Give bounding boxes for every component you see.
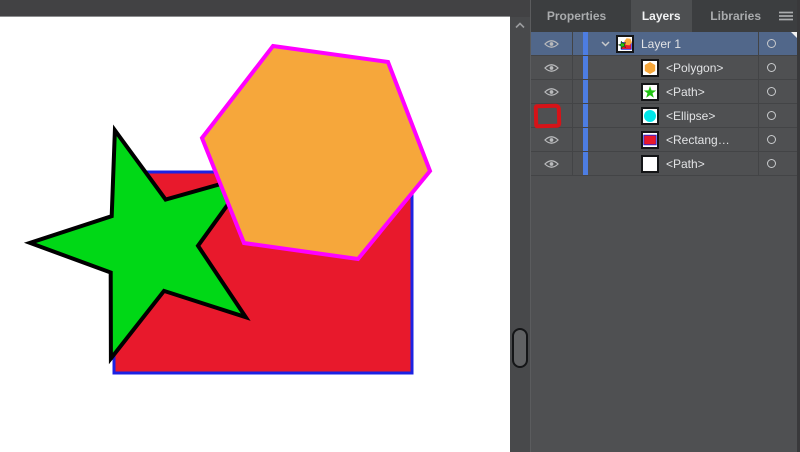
scrollbar-top-cap bbox=[510, 0, 530, 17]
lock-toggle[interactable] bbox=[573, 80, 583, 103]
layer-name[interactable]: <Polygon> bbox=[666, 61, 723, 75]
layer-row-white-path[interactable]: <Path> bbox=[531, 152, 800, 176]
layer-thumbnail[interactable] bbox=[641, 155, 659, 173]
pasteboard-strip bbox=[0, 0, 510, 17]
expand-toggle[interactable] bbox=[594, 41, 616, 47]
layers-panel: Properties Layers Libraries bbox=[530, 0, 800, 452]
tab-properties[interactable]: Properties bbox=[536, 0, 617, 32]
lock-toggle[interactable] bbox=[573, 56, 583, 79]
target-cell[interactable] bbox=[758, 80, 800, 103]
layer-row-polygon[interactable]: <Polygon> bbox=[531, 56, 800, 80]
target-cell[interactable] bbox=[758, 152, 800, 175]
lock-toggle[interactable] bbox=[573, 152, 583, 175]
layer-name[interactable]: <Ellipse> bbox=[666, 109, 715, 123]
layer-thumbnail[interactable] bbox=[641, 107, 659, 125]
target-circle-icon[interactable] bbox=[767, 135, 776, 144]
eye-icon bbox=[544, 159, 559, 169]
layer-thumbnail[interactable] bbox=[641, 83, 659, 101]
target-cell[interactable] bbox=[758, 56, 800, 79]
vertical-scrollbar[interactable] bbox=[510, 0, 530, 452]
eye-icon bbox=[544, 135, 559, 145]
tab-libraries[interactable]: Libraries bbox=[699, 0, 772, 32]
chevron-down-icon bbox=[601, 41, 610, 47]
target-circle-icon[interactable] bbox=[767, 63, 776, 72]
eye-icon bbox=[544, 63, 559, 73]
visibility-toggle[interactable] bbox=[531, 56, 573, 79]
layer-name[interactable]: <Path> bbox=[666, 157, 705, 171]
layer-row-layer1[interactable]: Layer 1 bbox=[531, 32, 800, 56]
layer-thumbnail[interactable] bbox=[641, 131, 659, 149]
target-circle-icon[interactable] bbox=[767, 39, 776, 48]
scrollbar-thumb[interactable] bbox=[512, 328, 528, 368]
layer-row-star-path[interactable]: <Path> bbox=[531, 80, 800, 104]
eye-icon bbox=[544, 39, 559, 49]
layer-thumbnail[interactable] bbox=[616, 35, 634, 53]
layer-name[interactable]: <Path> bbox=[666, 85, 705, 99]
tab-layers[interactable]: Layers bbox=[631, 0, 692, 32]
layer-thumbnail[interactable] bbox=[641, 59, 659, 77]
hamburger-icon bbox=[779, 11, 793, 21]
layers-list: Layer 1 bbox=[531, 32, 800, 176]
target-cell[interactable] bbox=[758, 128, 800, 151]
lock-toggle[interactable] bbox=[573, 128, 583, 151]
canvas-area[interactable] bbox=[0, 0, 510, 452]
layer-name[interactable]: <Rectang… bbox=[666, 133, 730, 147]
layer-name[interactable]: Layer 1 bbox=[641, 37, 681, 51]
visibility-toggle[interactable] bbox=[531, 152, 573, 175]
artboard[interactable] bbox=[0, 18, 510, 452]
visibility-toggle[interactable] bbox=[531, 32, 573, 55]
target-circle-icon[interactable] bbox=[767, 111, 776, 120]
annotation-red-box bbox=[534, 104, 562, 129]
scroll-up-icon[interactable] bbox=[515, 22, 525, 29]
illustrator-window: Properties Layers Libraries bbox=[0, 0, 800, 452]
lock-toggle[interactable] bbox=[573, 104, 583, 127]
eye-icon bbox=[544, 87, 559, 97]
layer-row-rectangle[interactable]: <Rectang… bbox=[531, 128, 800, 152]
visibility-toggle[interactable] bbox=[531, 80, 573, 103]
lock-toggle[interactable] bbox=[573, 32, 583, 55]
panel-tabbar: Properties Layers Libraries bbox=[531, 0, 800, 32]
target-circle-icon[interactable] bbox=[767, 159, 776, 168]
layer-row-ellipse[interactable]: <Ellipse> bbox=[531, 104, 800, 128]
panel-menu-button[interactable] bbox=[772, 0, 800, 32]
visibility-toggle[interactable] bbox=[531, 128, 573, 151]
target-circle-icon[interactable] bbox=[767, 87, 776, 96]
target-cell[interactable] bbox=[758, 104, 800, 127]
